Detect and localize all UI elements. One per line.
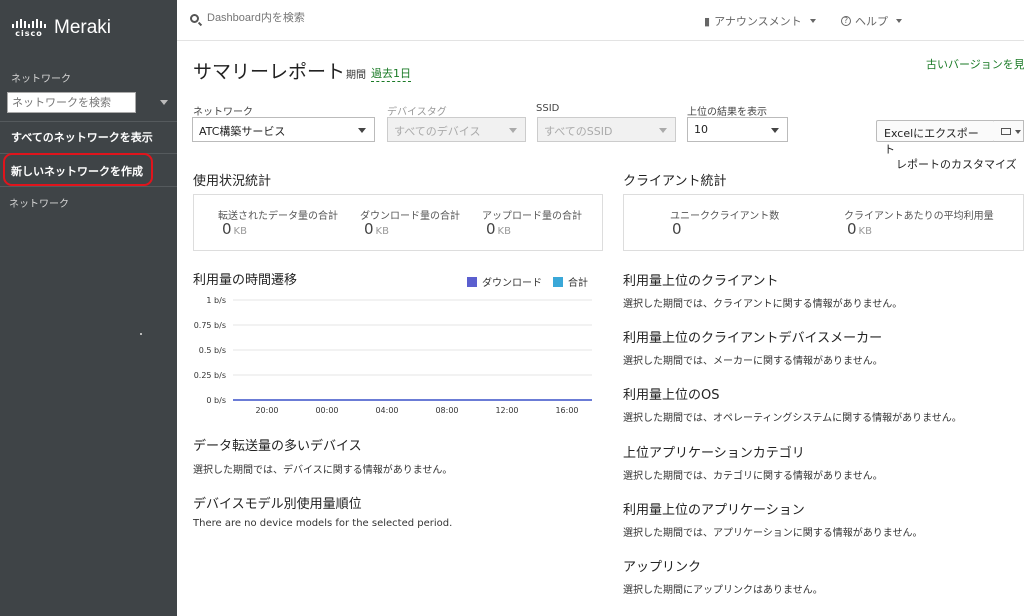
email-report-button[interactable] xyxy=(994,120,1024,142)
meraki-logo[interactable]: cisco Meraki xyxy=(12,16,111,40)
dot xyxy=(140,333,142,335)
cisco-logo-icon: cisco xyxy=(12,18,46,38)
top-results-select[interactable]: 10 xyxy=(687,117,788,142)
top-devices-title: データ転送量の多いデバイス xyxy=(193,439,362,454)
top-os-note: 選択した期間では、オペレーティングシステムに関する情報がありません。 xyxy=(623,413,962,424)
ssid-filter-label: SSID xyxy=(536,103,560,114)
y-tick-label: 0.75 b/s xyxy=(194,321,226,330)
dashboard-search-input[interactable] xyxy=(207,12,507,24)
network-select[interactable]: ATC構築サービス xyxy=(192,117,375,142)
y-tick-label: 0 b/s xyxy=(206,396,226,405)
top-devices-note: 選択した期間では、デバイスに関する情報がありません。 xyxy=(193,465,453,476)
main-content: サマリーレポート 期間 過去1日 古いバージョンを見る ネットワーク ATC構築… xyxy=(177,41,1024,616)
chevron-down-icon xyxy=(509,128,517,133)
help-label: ヘルプ xyxy=(855,15,888,28)
x-tick-label: 04:00 xyxy=(375,406,398,415)
network-search-input[interactable] xyxy=(7,92,136,113)
chevron-down-icon xyxy=(358,128,366,133)
x-tick-label: 12:00 xyxy=(495,406,518,415)
top-clients-note: 選択した期間では、クライアントに関する情報がありません。 xyxy=(623,299,903,310)
usage-chart: 1 b/s 0.75 b/s 0.5 b/s 0.25 b/s 0 b/s 20:00 00… xyxy=(194,296,592,415)
stat-value: 0 KB xyxy=(222,220,247,238)
top-bar: ▮ アナウンスメント ? ヘルプ xyxy=(177,0,1024,41)
show-all-networks-link[interactable]: すべてのネットワークを表示 xyxy=(11,129,153,145)
stat-value: 0 KB xyxy=(364,220,389,238)
customize-report-menu[interactable]: レポートのカスタマイズ xyxy=(896,156,1024,172)
divider xyxy=(0,121,177,122)
export-excel-button[interactable]: Excelにエクスポート xyxy=(876,120,995,156)
device-tag-filter-label: デバイスタグ xyxy=(387,107,447,118)
top-os-title: 利用量上位のOS xyxy=(623,388,720,403)
top-applications-title: 利用量上位のアプリケーション xyxy=(623,503,805,518)
help-icon: ? xyxy=(841,16,851,26)
x-tick-label: 16:00 xyxy=(555,406,578,415)
network-filter-label: ネットワーク xyxy=(193,107,253,118)
client-stats-title: クライアント統計 xyxy=(623,174,727,189)
megaphone-icon: ▮ xyxy=(704,14,711,28)
x-tick-label: 20:00 xyxy=(255,406,278,415)
announcements-label: アナウンスメント xyxy=(714,15,802,28)
y-tick-label: 0.5 b/s xyxy=(199,346,226,355)
period-label: 期間 xyxy=(346,70,366,81)
chevron-down-icon xyxy=(771,128,779,133)
mail-icon xyxy=(1001,128,1011,135)
chevron-down-icon xyxy=(659,128,667,133)
device-tag-select[interactable]: すべてのデバイス xyxy=(387,117,526,142)
chevron-down-icon xyxy=(1015,130,1021,134)
ssid-select-value: すべてのSSID xyxy=(544,125,613,138)
search-icon xyxy=(190,14,199,23)
customize-report-label: レポートのカスタマイズ xyxy=(896,158,1017,171)
highlight-circle xyxy=(3,153,153,186)
ssid-select[interactable]: すべてのSSID xyxy=(537,117,676,142)
usage-stats-card: 転送されたデータ量の合計 0 KB ダウンロード量の合計 0 KB アップロード量の… xyxy=(193,194,603,251)
y-tick-label: 0.25 b/s xyxy=(194,371,226,380)
device-tag-select-value: すべてのデバイス xyxy=(394,125,481,138)
device-models-note: There are no device models for the selec… xyxy=(193,518,453,529)
x-tick-label: 00:00 xyxy=(315,406,338,415)
network-select-value: ATC構築サービス xyxy=(199,125,286,138)
top-manufacturers-note: 選択した期間では、メーカーに関する情報がありません。 xyxy=(623,356,883,367)
cisco-wordmark: cisco xyxy=(15,28,43,38)
stat-label: ユニーククライアント数 xyxy=(670,211,780,222)
period-selector[interactable]: 過去1日 xyxy=(371,65,411,82)
uplinks-note: 選択した期間にアップリンクはありません。 xyxy=(623,585,823,596)
sidebar: cisco Meraki ネットワーク すべてのネットワークを表示 新しいネット… xyxy=(0,0,177,616)
chevron-down-icon xyxy=(809,19,816,23)
y-tick-label: 1 b/s xyxy=(206,296,226,305)
old-version-link[interactable]: 古いバージョンを見る xyxy=(926,56,1024,72)
top-clients-title: 利用量上位のクライアント xyxy=(623,274,779,289)
divider xyxy=(0,186,177,187)
device-models-title: デバイスモデル別使用量順位 xyxy=(193,497,362,512)
network-label: ネットワーク xyxy=(11,74,71,85)
client-stats-card: ユニーククライアント数 0 クライアントあたりの平均利用量 0 KB xyxy=(623,194,1024,251)
network-section-label: ネットワーク xyxy=(9,199,69,210)
announcements-menu[interactable]: ▮ アナウンスメント xyxy=(704,13,816,29)
page-title: サマリーレポート xyxy=(193,61,346,83)
top-manufacturers-title: 利用量上位のクライアントデバイスメーカー xyxy=(623,331,883,346)
help-menu[interactable]: ? ヘルプ xyxy=(841,13,902,29)
chevron-down-icon[interactable] xyxy=(160,100,168,105)
top-results-filter-label: 上位の結果を表示 xyxy=(687,107,767,118)
uplinks-title: アップリンク xyxy=(623,560,702,575)
stat-value: 0 KB xyxy=(847,220,872,238)
x-tick-label: 08:00 xyxy=(435,406,458,415)
meraki-wordmark: Meraki xyxy=(54,17,112,38)
stat-value: 0 xyxy=(672,220,682,238)
chevron-down-icon xyxy=(896,19,902,23)
top-app-categories-title: 上位アプリケーションカテゴリ xyxy=(623,446,805,461)
usage-stats-title: 使用状況統計 xyxy=(193,174,272,189)
top-results-select-value: 10 xyxy=(694,123,708,136)
top-applications-note: 選択した期間では、アプリケーションに関する情報がありません。 xyxy=(623,528,923,539)
top-app-categories-note: 選択した期間では、カテゴリに関する情報がありません。 xyxy=(623,471,883,482)
stat-value: 0 KB xyxy=(486,220,511,238)
